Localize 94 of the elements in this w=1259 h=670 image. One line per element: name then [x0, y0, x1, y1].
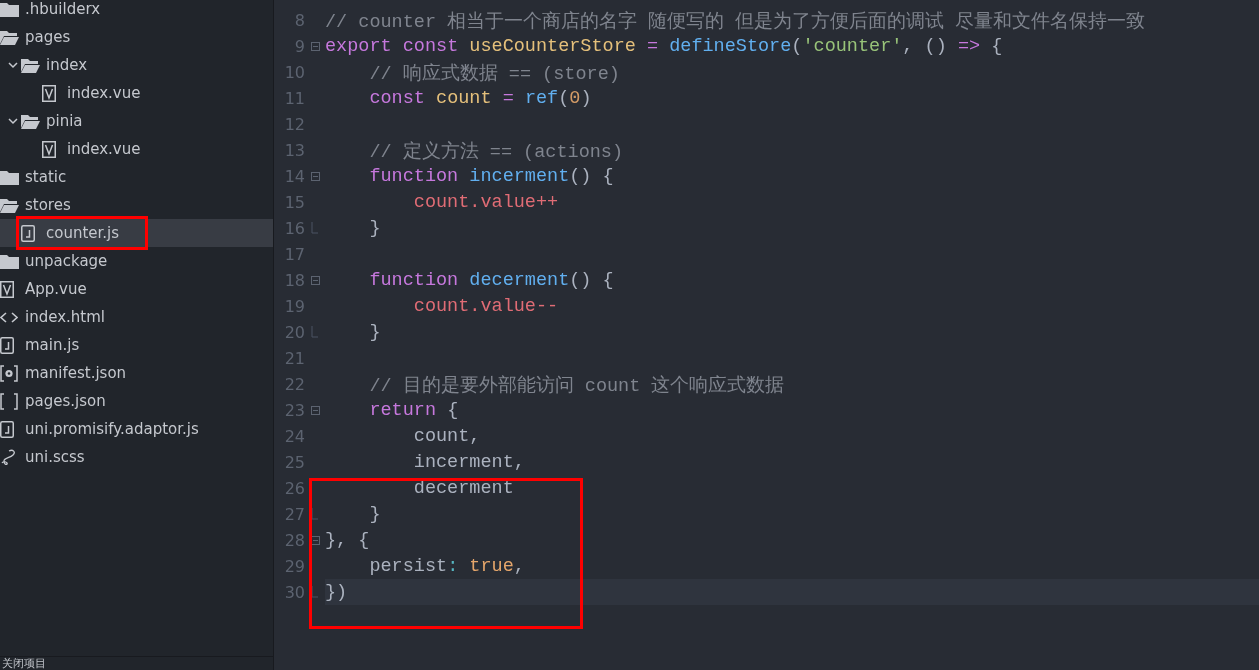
- close-project-label[interactable]: 关闭项目: [2, 657, 46, 670]
- tree-item[interactable]: index.vue: [0, 79, 273, 107]
- tree-item[interactable]: uni.promisify.adaptor.js: [0, 415, 273, 443]
- collapse-icon[interactable]: [310, 275, 320, 285]
- file-name: manifest.json: [25, 364, 127, 382]
- file-name: pages.json: [25, 392, 106, 410]
- code-line: // 响应式数据 == (store): [368, 62, 620, 85]
- line-number: 25: [283, 452, 305, 472]
- file-name: uni.scss: [25, 448, 85, 466]
- line-number: 17: [283, 244, 305, 264]
- file-name: index.html: [25, 308, 105, 326]
- tree-item[interactable]: index: [0, 51, 273, 79]
- line-number: 28: [283, 530, 305, 550]
- file-icon: [21, 224, 35, 242]
- line-number: 23: [283, 400, 305, 420]
- line-number: 9: [293, 36, 305, 56]
- code-line: count.value++: [412, 191, 559, 213]
- code-line: persist: true,: [368, 555, 525, 577]
- tree-item[interactable]: counter.js: [0, 219, 273, 247]
- line-number: 10: [283, 62, 305, 82]
- line-number: 14: [283, 166, 305, 186]
- v-file-icon: [42, 140, 56, 158]
- line-number: 29: [283, 556, 305, 576]
- tree-item[interactable]: static: [0, 163, 273, 191]
- code-line: // 定义方法 == (actions): [368, 140, 624, 163]
- code-line: // 目的是要外部能访问 count 这个响应式数据: [368, 374, 785, 397]
- file-name: .hbuilderx: [25, 0, 101, 18]
- file-name: uni.promisify.adaptor.js: [25, 420, 199, 438]
- file-name: unpackage: [25, 252, 108, 270]
- code-line: }, {: [325, 529, 370, 551]
- line-number: 21: [283, 348, 305, 368]
- code-brackets-icon: [0, 311, 18, 323]
- code-line: incerment,: [412, 451, 525, 473]
- file-name: pages: [25, 28, 71, 46]
- file-icon: [0, 336, 14, 354]
- tree-item[interactable]: pages: [0, 23, 273, 51]
- line-number: 20: [283, 322, 305, 342]
- swirl-icon: [0, 448, 16, 466]
- tree-item[interactable]: pages.json: [0, 387, 273, 415]
- file-name: index.vue: [67, 84, 141, 102]
- code-line: // counter 相当于一个商店的名字 随便写的 但是为了方便后面的调试 尽量和文件名保持一致: [325, 10, 1146, 33]
- code-line: count.value--: [412, 295, 559, 317]
- file-name: main.js: [25, 336, 80, 354]
- collapse-icon[interactable]: [310, 171, 320, 181]
- file-name: index: [46, 56, 88, 74]
- tree-item[interactable]: App.vue: [0, 275, 273, 303]
- line-number: 18: [283, 270, 305, 290]
- v-file-icon: [0, 280, 14, 298]
- line-number: 30: [283, 582, 305, 602]
- file-name: counter.js: [46, 224, 120, 242]
- line-number: 27: [283, 504, 305, 524]
- line-number: 13: [283, 140, 305, 160]
- tree-item[interactable]: .hbuilderx: [0, 0, 273, 23]
- tree-item[interactable]: main.js: [0, 331, 273, 359]
- code-line: return {: [368, 399, 459, 421]
- chevron-down-icon[interactable]: [7, 117, 18, 125]
- file-icon: [0, 420, 14, 438]
- line-number: 8: [293, 10, 305, 30]
- line-number: 16: [283, 218, 305, 238]
- code-line: }: [368, 321, 381, 343]
- file-name: pinia: [46, 112, 83, 130]
- collapse-icon[interactable]: [310, 41, 320, 51]
- collapse-icon[interactable]: [310, 405, 320, 415]
- code-line: }): [325, 581, 348, 603]
- v-file-icon: [42, 84, 56, 102]
- code-line: }: [368, 503, 381, 525]
- tree-item[interactable]: manifest.json: [0, 359, 273, 387]
- code-line: count,: [412, 425, 481, 447]
- file-name: index.vue: [67, 140, 141, 158]
- code-line: function incerment() {: [368, 165, 614, 187]
- line-number: 26: [283, 478, 305, 498]
- tree-item[interactable]: index.html: [0, 303, 273, 331]
- collapse-icon[interactable]: [310, 535, 320, 545]
- code-line: const count = ref(0): [368, 87, 592, 109]
- code-line: }: [368, 217, 381, 239]
- line-number: 24: [283, 426, 305, 446]
- file-name: static: [25, 168, 67, 186]
- tree-item[interactable]: uni.scss: [0, 443, 273, 471]
- tree-item[interactable]: pinia: [0, 107, 273, 135]
- line-number: 15: [283, 192, 305, 212]
- line-number: 11: [283, 88, 305, 108]
- line-number: 12: [283, 114, 305, 134]
- chevron-down-icon[interactable]: [7, 61, 18, 69]
- file-name: App.vue: [25, 280, 87, 298]
- tree-item[interactable]: stores: [0, 191, 273, 219]
- code-line: decerment: [412, 477, 514, 499]
- file-name: stores: [25, 196, 71, 214]
- code-line: export const useCounterStore = defineStore('counter', () => {: [325, 35, 1003, 57]
- tree-item[interactable]: unpackage: [0, 247, 273, 275]
- line-number: 22: [283, 374, 305, 394]
- line-number: 19: [283, 296, 305, 316]
- code-line: function decerment() {: [368, 269, 614, 291]
- tree-item[interactable]: index.vue: [0, 135, 273, 163]
- square-brackets-icon: [0, 392, 18, 410]
